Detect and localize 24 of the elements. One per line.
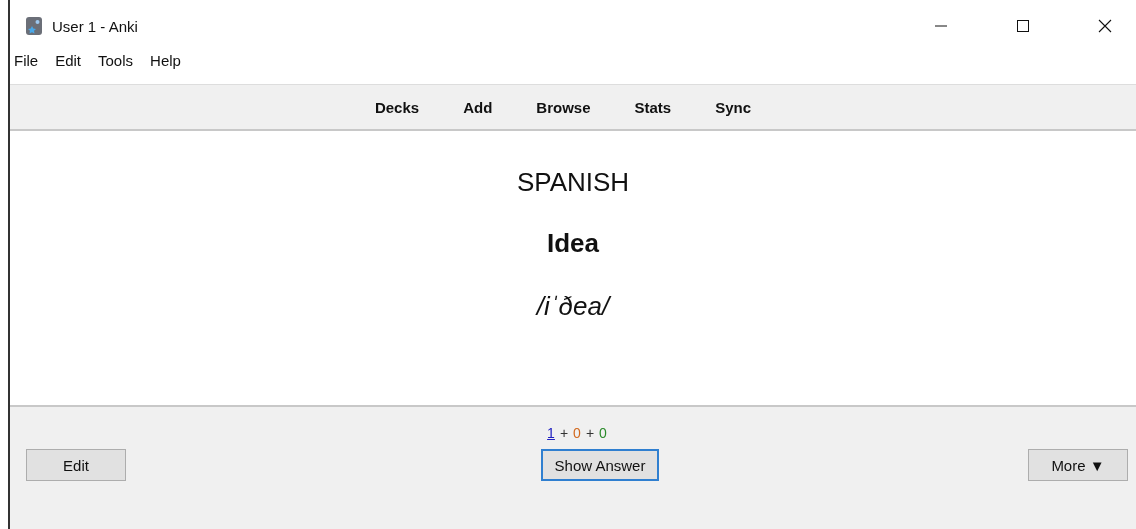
pronunciation: /iˈðea/ (536, 291, 610, 322)
show-answer-button[interactable]: Show Answer (540, 449, 660, 481)
toolbar-link[interactable]: Stats (634, 98, 672, 116)
maximize-icon[interactable] (1016, 19, 1030, 33)
card-count: 0 (573, 425, 581, 441)
window-title: User 1 - Anki (52, 17, 138, 35)
toolbar-link[interactable]: Sync (715, 98, 752, 116)
card-count: 0 (599, 425, 607, 441)
menu-item[interactable]: File (14, 52, 39, 69)
menu-item[interactable]: Help (150, 52, 181, 69)
toolbar-link[interactable]: Browse (536, 98, 591, 116)
card-word: Idea (547, 228, 599, 259)
card-count: 1 (547, 425, 555, 441)
menu-item[interactable]: Tools (98, 52, 134, 69)
plus-sign: + (559, 425, 569, 441)
toolbar-link[interactable]: Add (463, 98, 493, 116)
edit-button[interactable]: Edit (26, 449, 126, 481)
app-icon (26, 17, 42, 35)
toolbar-link[interactable]: Decks (374, 98, 420, 116)
deck-name: SPANISH (516, 167, 630, 198)
more-button[interactable]: More ▼ (1028, 449, 1128, 481)
close-icon[interactable] (1098, 19, 1112, 33)
menu-item[interactable]: Edit (55, 52, 82, 69)
plus-sign: + (585, 425, 595, 441)
